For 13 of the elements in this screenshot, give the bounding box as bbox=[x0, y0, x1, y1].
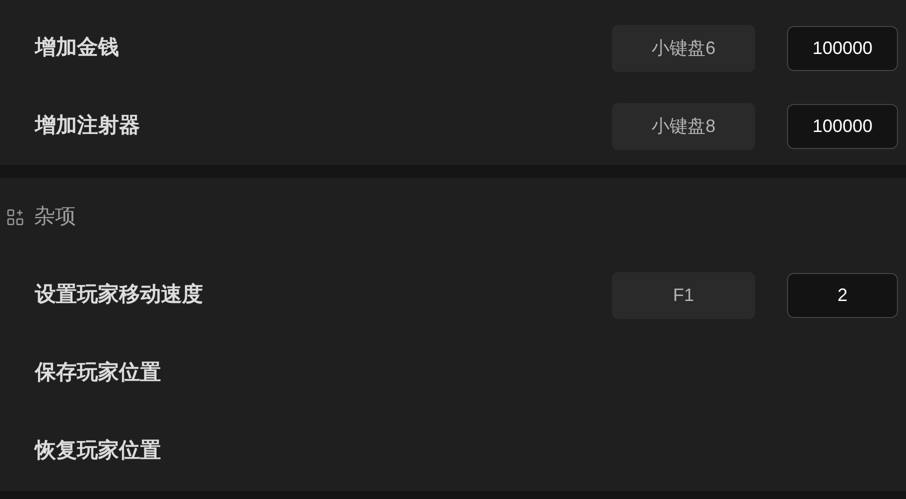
grid-plus-icon bbox=[7, 208, 24, 226]
option-label: 增加金钱 bbox=[35, 35, 120, 62]
option-label: 恢复玩家位置 bbox=[35, 438, 162, 464]
hotkey-button[interactable]: F1 bbox=[612, 272, 755, 318]
value-field[interactable]: 100000 bbox=[787, 104, 898, 148]
hotkey-button[interactable]: 小键盘8 bbox=[612, 102, 755, 150]
hotkey-button[interactable]: 小键盘6 bbox=[612, 24, 755, 72]
option-label: 设置玩家移动速度 bbox=[35, 282, 204, 308]
option-label: 增加注射器 bbox=[35, 112, 141, 140]
section-title: 杂项 bbox=[34, 204, 76, 230]
option-label: 保存玩家位置 bbox=[35, 360, 162, 386]
value-field[interactable]: 100000 bbox=[787, 26, 898, 70]
value-field[interactable]: 2 bbox=[787, 272, 898, 318]
